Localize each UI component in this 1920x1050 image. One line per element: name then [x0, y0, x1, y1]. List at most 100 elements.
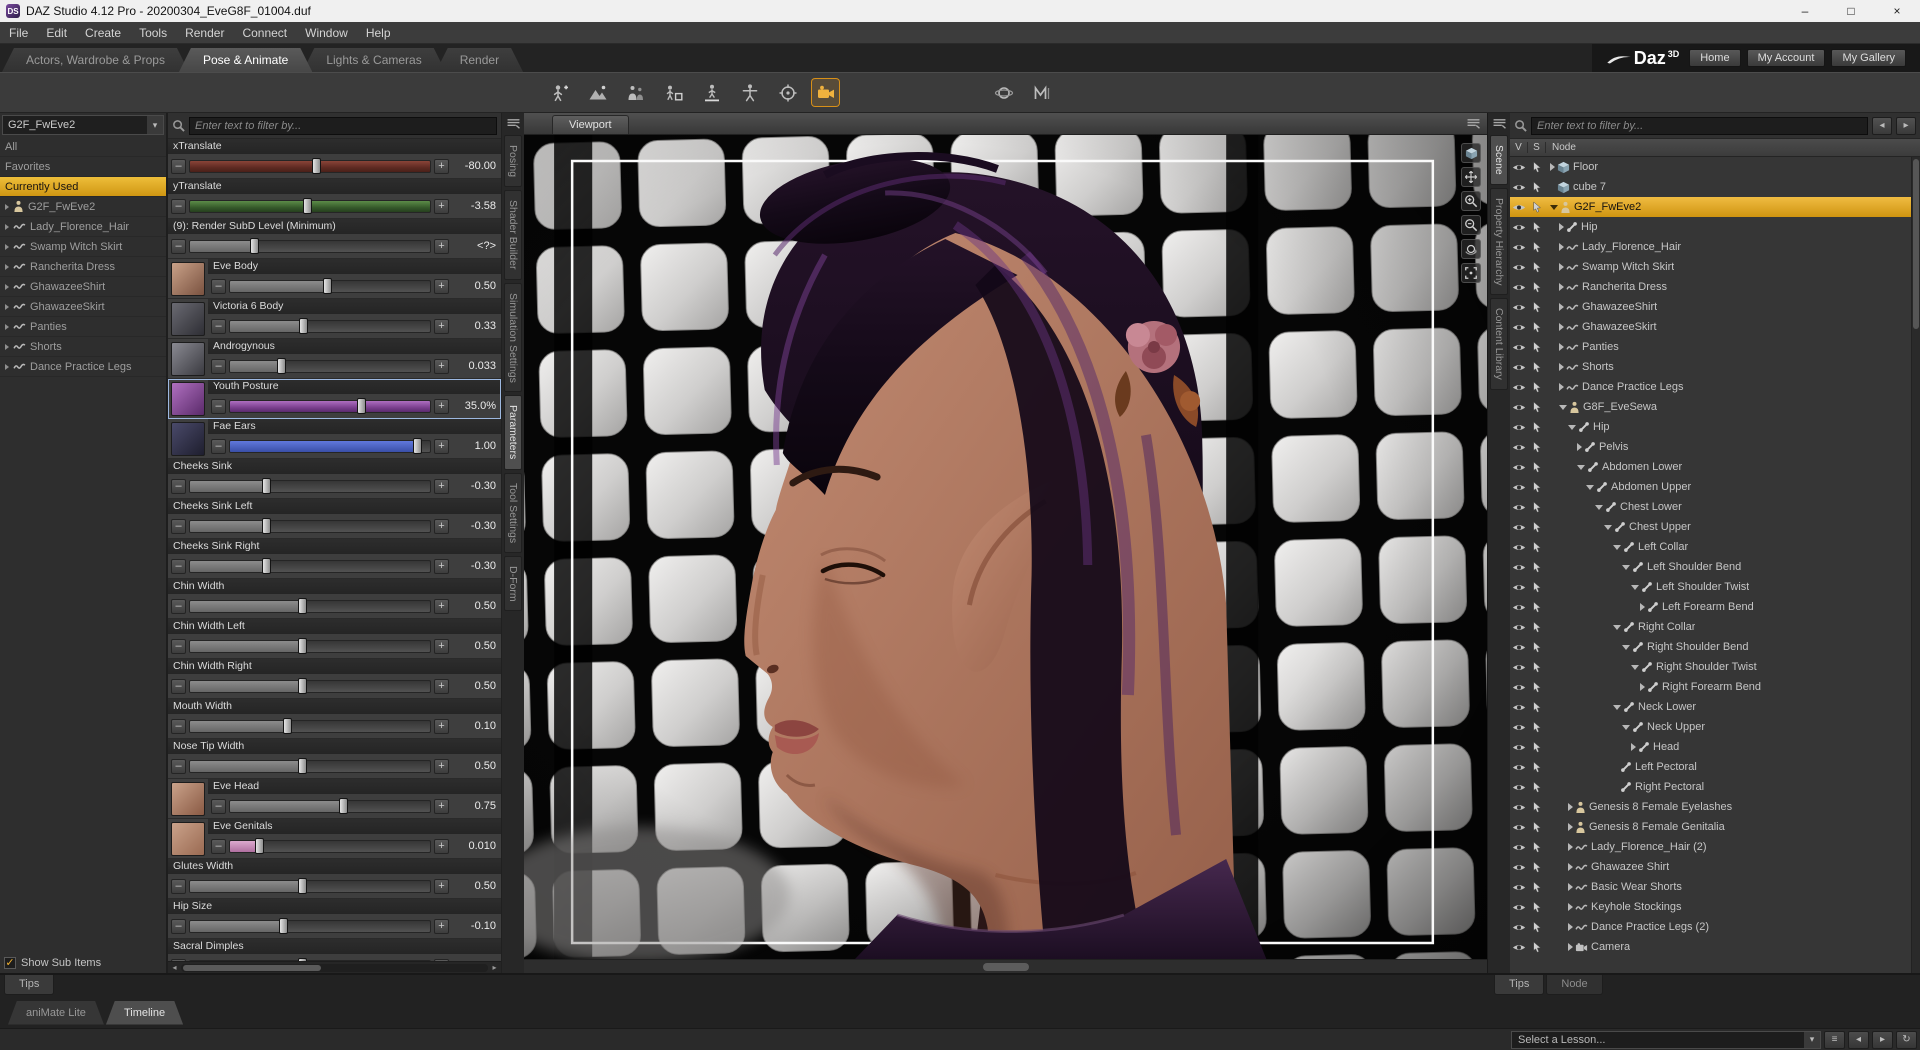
zoom-out-button[interactable]: [1461, 215, 1481, 235]
increment-button[interactable]: +: [434, 478, 449, 494]
decrement-button[interactable]: –: [211, 798, 226, 814]
slider-track[interactable]: [189, 958, 431, 961]
parameters-filter-input[interactable]: [189, 116, 497, 135]
expand-arrow-icon[interactable]: [1559, 383, 1564, 391]
collapse-arrow-icon[interactable]: [1559, 404, 1567, 410]
content-list-item[interactable]: Rancherita Dress: [0, 257, 166, 277]
slider-track[interactable]: [189, 558, 431, 574]
slider-track[interactable]: [189, 198, 431, 214]
increment-button[interactable]: +: [434, 278, 449, 294]
parameter-value[interactable]: 0.50: [452, 880, 498, 892]
parameter-value[interactable]: 35.0%: [452, 400, 498, 412]
visibility-toggle[interactable]: [1510, 603, 1528, 612]
orbit-button[interactable]: [1461, 239, 1481, 259]
collapse-arrow-icon[interactable]: [1595, 504, 1603, 510]
collapse-arrow-icon[interactable]: [1604, 524, 1612, 530]
slider-thumb[interactable]: [302, 198, 312, 214]
parameter-value[interactable]: -0.30: [452, 560, 498, 572]
decrement-button[interactable]: –: [211, 838, 226, 854]
expand-arrow-icon[interactable]: [1640, 603, 1645, 611]
parameter-value[interactable]: 0.33: [452, 320, 498, 332]
visibility-toggle[interactable]: [1510, 623, 1528, 632]
slider-track[interactable]: [229, 838, 431, 854]
scene-node-row[interactable]: Dance Practice Legs (2): [1510, 917, 1920, 937]
scene-node-row[interactable]: Left Forearm Bend: [1510, 597, 1920, 617]
tab-posing[interactable]: Posing: [504, 135, 522, 188]
slider-thumb[interactable]: [255, 838, 264, 854]
slider-track[interactable]: [189, 718, 431, 734]
decrement-button[interactable]: –: [171, 478, 186, 494]
slider-thumb[interactable]: [299, 318, 308, 334]
increment-button[interactable]: +: [434, 158, 449, 174]
scene-node-row[interactable]: Panties: [1510, 337, 1920, 357]
visibility-toggle[interactable]: [1510, 923, 1528, 932]
scene-node-row[interactable]: Right Pectoral: [1510, 777, 1920, 797]
expand-arrow-icon[interactable]: [1559, 363, 1564, 371]
expand-arrow-icon[interactable]: [5, 223, 9, 230]
column-visibility[interactable]: V: [1510, 142, 1528, 153]
collapse-arrow-icon[interactable]: [1613, 544, 1621, 550]
increment-button[interactable]: +: [434, 678, 449, 694]
selection-toggle[interactable]: [1528, 321, 1546, 333]
increment-button[interactable]: +: [434, 638, 449, 654]
selection-toggle[interactable]: [1528, 661, 1546, 673]
slider-thumb[interactable]: [283, 718, 293, 734]
slider-track[interactable]: [189, 678, 431, 694]
visibility-toggle[interactable]: [1510, 663, 1528, 672]
increment-button[interactable]: +: [434, 238, 449, 254]
expand-arrow-icon[interactable]: [1568, 803, 1573, 811]
expand-arrow-icon[interactable]: [1559, 263, 1564, 271]
scene-node-row[interactable]: Lady_Florence_Hair (2): [1510, 837, 1920, 857]
selection-toggle[interactable]: [1528, 681, 1546, 693]
scene-node-row[interactable]: Genesis 8 Female Genitalia: [1510, 817, 1920, 837]
selection-toggle[interactable]: [1528, 541, 1546, 553]
environment-button[interactable]: [584, 79, 611, 106]
slider-thumb[interactable]: [297, 878, 307, 894]
lesson-refresh-button[interactable]: ↻: [1896, 1030, 1917, 1049]
parameter-value[interactable]: 0.50: [452, 640, 498, 652]
slider-thumb[interactable]: [297, 758, 307, 774]
scene-node-row[interactable]: Pelvis: [1510, 437, 1920, 457]
selection-toggle[interactable]: [1528, 341, 1546, 353]
render-viewport[interactable]: [524, 135, 1487, 959]
scene-scrollbar[interactable]: [1911, 157, 1920, 973]
collapse-arrow-icon[interactable]: [1622, 564, 1630, 570]
visibility-toggle[interactable]: [1510, 683, 1528, 692]
visibility-toggle[interactable]: [1510, 243, 1528, 252]
visibility-toggle[interactable]: [1510, 223, 1528, 232]
expand-arrow-icon[interactable]: [1568, 823, 1573, 831]
scene-node-row[interactable]: Left Pectoral: [1510, 757, 1920, 777]
visibility-toggle[interactable]: [1510, 903, 1528, 912]
parameter-value[interactable]: -0.30: [452, 520, 498, 532]
visibility-toggle[interactable]: [1510, 763, 1528, 772]
collapse-arrow-icon[interactable]: [1613, 704, 1621, 710]
decrement-button[interactable]: –: [171, 718, 186, 734]
selection-toggle[interactable]: [1528, 441, 1546, 453]
increment-button[interactable]: +: [434, 198, 449, 214]
content-list-item[interactable]: Swamp Witch Skirt: [0, 237, 166, 257]
aim-at-button[interactable]: [774, 79, 801, 106]
expand-arrow-icon[interactable]: [5, 363, 9, 370]
decrement-button[interactable]: –: [171, 198, 186, 214]
visibility-toggle[interactable]: [1510, 263, 1528, 272]
slider-thumb[interactable]: [297, 678, 307, 694]
scene-node-row[interactable]: Lady_Florence_Hair: [1510, 237, 1920, 257]
selection-toggle[interactable]: [1528, 821, 1546, 833]
increment-button[interactable]: +: [434, 598, 449, 614]
menu-edit[interactable]: Edit: [37, 22, 76, 43]
selection-toggle[interactable]: [1528, 421, 1546, 433]
expand-arrow-icon[interactable]: [1559, 303, 1564, 311]
selection-toggle[interactable]: [1528, 721, 1546, 733]
tab-scene[interactable]: Scene: [1490, 135, 1508, 185]
visibility-toggle[interactable]: [1510, 483, 1528, 492]
slider-thumb[interactable]: [323, 278, 332, 294]
decrement-button[interactable]: –: [171, 158, 186, 174]
expand-arrow-icon[interactable]: [1559, 343, 1564, 351]
slider-track[interactable]: [189, 638, 431, 654]
parameter-value[interactable]: <?>: [452, 240, 498, 252]
scene-node-row[interactable]: Dance Practice Legs: [1510, 377, 1920, 397]
selection-toggle[interactable]: [1528, 581, 1546, 593]
slider-track[interactable]: [189, 918, 431, 934]
content-list-item[interactable]: Panties: [0, 317, 166, 337]
increment-button[interactable]: +: [434, 358, 449, 374]
